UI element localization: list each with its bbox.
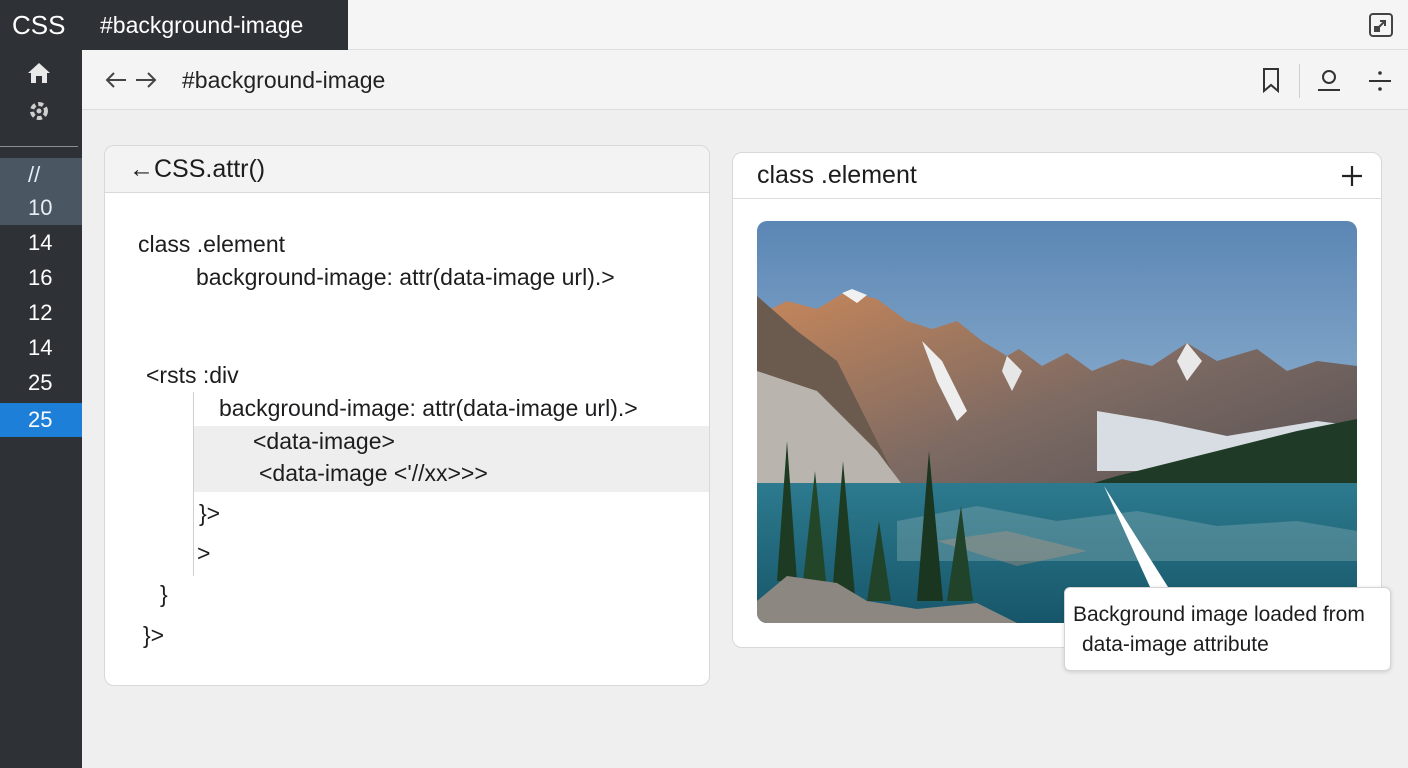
code-line[interactable]: class .element: [138, 229, 285, 259]
code-editor-panel: ←CSS.attr() class .element background-im…: [104, 145, 710, 686]
indent-guide: [193, 392, 194, 576]
preview-panel-title: class .element: [733, 153, 1381, 199]
sidebar-divider: [0, 146, 78, 147]
line-number[interactable]: 12: [0, 296, 82, 330]
line-number[interactable]: 14: [0, 226, 82, 260]
tab-bar: #background-image: [82, 0, 1408, 50]
image-callout: Background image loaded from data-image …: [1064, 587, 1391, 671]
line-number[interactable]: 10: [0, 191, 82, 225]
code-line[interactable]: <rsts :div: [146, 360, 239, 390]
home-icon[interactable]: [24, 58, 54, 88]
callout-line-2: data-image attribute: [1082, 633, 1269, 656]
plus-icon[interactable]: [1337, 161, 1367, 191]
tab-background-image[interactable]: #background-image: [82, 0, 348, 50]
line-number[interactable]: 14: [0, 331, 82, 365]
code-line[interactable]: }>: [199, 498, 220, 528]
code-line[interactable]: <data-image>: [253, 426, 395, 456]
code-line[interactable]: <data-image <'//xx>>>: [259, 458, 488, 488]
window-icon[interactable]: [1368, 12, 1394, 38]
settings-icon[interactable]: [24, 96, 54, 126]
line-number[interactable]: 16: [0, 261, 82, 295]
toolbar: #background-image: [82, 50, 1408, 110]
split-icon[interactable]: [1366, 66, 1394, 94]
back-arrow-icon[interactable]: [102, 66, 130, 94]
code-line[interactable]: }: [160, 579, 168, 609]
user-icon[interactable]: [1315, 66, 1343, 94]
bookmark-icon[interactable]: [1257, 66, 1285, 94]
code-line[interactable]: background-image: attr(data-image url).>: [219, 393, 638, 423]
callout-line-1: Background image loaded from: [1073, 603, 1365, 626]
preview-panel: class .element: [732, 152, 1382, 648]
sidebar: CSS // 10 14 16 12 14 25 25: [0, 0, 82, 768]
address-bar[interactable]: #background-image: [182, 50, 385, 110]
code-panel-title[interactable]: ←CSS.attr(): [105, 146, 709, 193]
code-line[interactable]: }>: [143, 620, 164, 650]
code-line[interactable]: background-image: attr(data-image url).>: [196, 262, 615, 292]
app-logo: CSS: [12, 10, 66, 40]
line-number-active[interactable]: 25: [0, 403, 82, 437]
line-number[interactable]: //: [0, 158, 82, 192]
line-number[interactable]: 25: [0, 366, 82, 400]
forward-arrow-icon[interactable]: [132, 66, 160, 94]
toolbar-divider: [1299, 64, 1300, 98]
code-line[interactable]: >: [197, 538, 210, 568]
mountain-lake-photo: [757, 221, 1357, 623]
